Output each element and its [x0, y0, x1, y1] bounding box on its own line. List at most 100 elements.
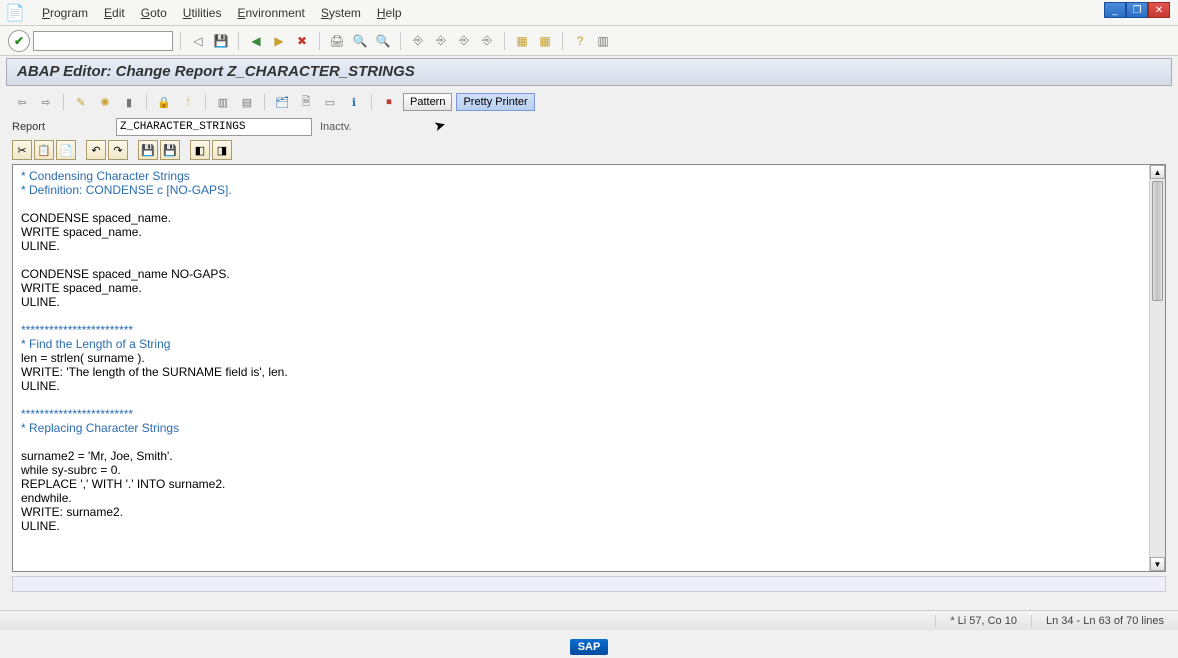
scroll-down-icon[interactable]: ▼: [1150, 557, 1165, 571]
scroll-up-icon[interactable]: ▲: [1150, 165, 1165, 179]
fullscreen-icon[interactable]: ▭: [320, 92, 340, 112]
menu-system[interactable]: System: [313, 3, 369, 23]
separator: [264, 94, 265, 110]
enter-button[interactable]: ✔: [8, 30, 30, 52]
scroll-thumb[interactable]: [1152, 181, 1163, 301]
report-row: Report Inactv.: [0, 116, 1178, 138]
window-minimize-button[interactable]: _: [1104, 2, 1126, 18]
display-list-icon[interactable]: ▤: [237, 92, 257, 112]
print-icon[interactable]: 🖨: [327, 31, 347, 51]
application-toolbar: ⇦ ⇨ ✎ ✺ ▮ 🔒 🕯 ▥ ▤ 🗂 🗎 ▭ ℹ ⏹ Pattern Pret…: [0, 88, 1178, 116]
code-line[interactable]: [21, 393, 1141, 407]
enhance-icon[interactable]: 🗎: [296, 92, 316, 112]
cut-icon[interactable]: ✂: [12, 140, 32, 160]
separator: [146, 94, 147, 110]
menu-file-icon[interactable]: 📄: [6, 4, 24, 22]
toolbar-separator: [238, 32, 239, 50]
nav-back-icon[interactable]: ◀: [246, 31, 266, 51]
other-object-icon[interactable]: 🗂: [272, 92, 292, 112]
load-icon[interactable]: ◧: [190, 140, 210, 160]
report-name-input[interactable]: [116, 118, 312, 136]
save-local-icon[interactable]: 💾: [138, 140, 158, 160]
window-maximize-button[interactable]: ❐: [1126, 2, 1148, 18]
code-line[interactable]: * Definition: CONDENSE c [NO-GAPS].: [21, 183, 1141, 197]
prev-page-icon[interactable]: ⎆: [431, 31, 451, 51]
vertical-scrollbar[interactable]: ▲ ▼: [1149, 165, 1165, 571]
cancel-icon[interactable]: ✖: [292, 31, 312, 51]
status-text: Inactv.: [320, 121, 352, 133]
menu-help[interactable]: Help: [369, 3, 410, 23]
code-line[interactable]: surname2 = 'Mr, Joe, Smith'.: [21, 449, 1141, 463]
find-next-icon[interactable]: 🔍: [373, 31, 393, 51]
prev-icon[interactable]: ⇦: [12, 92, 32, 112]
code-line[interactable]: WRITE: 'The length of the SURNAME field …: [21, 365, 1141, 379]
code-line[interactable]: ULINE.: [21, 295, 1141, 309]
code-line[interactable]: * Find the Length of a String: [21, 337, 1141, 351]
redo-icon[interactable]: ↷: [108, 140, 128, 160]
code-line[interactable]: ULINE.: [21, 239, 1141, 253]
save-icon[interactable]: 💾: [211, 31, 231, 51]
menu-bar: 📄 Program Edit Goto Utilities Environmen…: [0, 0, 1178, 26]
next-icon[interactable]: ⇨: [36, 92, 56, 112]
save-as-icon[interactable]: 💾: [160, 140, 180, 160]
separator: [205, 94, 206, 110]
report-label: Report: [12, 121, 108, 133]
page-title: ABAP Editor: Change Report Z_CHARACTER_S…: [17, 63, 415, 80]
code-line[interactable]: CONDENSE spaced_name NO-GAPS.: [21, 267, 1141, 281]
code-line[interactable]: REPLACE ',' WITH '.' INTO surname2.: [21, 477, 1141, 491]
status-line-range: Ln 34 - Ln 63 of 70 lines: [1031, 615, 1178, 627]
code-line[interactable]: WRITE: surname2.: [21, 505, 1141, 519]
code-line[interactable]: ULINE.: [21, 519, 1141, 533]
code-line[interactable]: CONDENSE spaced_name.: [21, 211, 1141, 225]
layout-menu-icon[interactable]: ▥: [593, 31, 613, 51]
nav-stack-icon[interactable]: ▥: [213, 92, 233, 112]
last-page-icon[interactable]: ⎆: [477, 31, 497, 51]
pattern-button[interactable]: Pattern: [403, 93, 452, 111]
window-close-button[interactable]: ✕: [1148, 2, 1170, 18]
menu-environment[interactable]: Environment: [229, 3, 312, 23]
direct-exec-icon[interactable]: ▮: [119, 92, 139, 112]
menu-edit[interactable]: Edit: [96, 3, 133, 23]
code-area[interactable]: * Condensing Character Strings* Definiti…: [13, 165, 1149, 571]
new-session-icon[interactable]: ▦: [512, 31, 532, 51]
undo-icon[interactable]: ↶: [86, 140, 106, 160]
code-line[interactable]: ************************: [21, 407, 1141, 421]
nav-exit-icon[interactable]: ▶: [269, 31, 289, 51]
info-icon[interactable]: ℹ: [344, 92, 364, 112]
code-line[interactable]: ************************: [21, 323, 1141, 337]
code-line[interactable]: len = strlen( surname ).: [21, 351, 1141, 365]
copy-icon[interactable]: 📋: [34, 140, 54, 160]
pretty-printer-button[interactable]: Pretty Printer: [456, 93, 534, 111]
code-line[interactable]: WRITE spaced_name.: [21, 225, 1141, 239]
code-line[interactable]: [21, 197, 1141, 211]
menu-utilities[interactable]: Utilities: [175, 3, 230, 23]
find-icon[interactable]: 🔍: [350, 31, 370, 51]
next-page-icon[interactable]: ⎆: [454, 31, 474, 51]
check-icon[interactable]: ✎: [71, 92, 91, 112]
sap-logo: SAP: [570, 639, 609, 655]
code-line[interactable]: WRITE spaced_name.: [21, 281, 1141, 295]
paste-icon[interactable]: 📄: [56, 140, 76, 160]
breakpoint-icon[interactable]: ⏹: [379, 92, 399, 112]
download-icon[interactable]: ◨: [212, 140, 232, 160]
where-used-icon[interactable]: 🔒: [154, 92, 174, 112]
code-line[interactable]: * Condensing Character Strings: [21, 169, 1141, 183]
menu-goto[interactable]: Goto: [133, 3, 175, 23]
command-field[interactable]: [33, 31, 173, 51]
code-line[interactable]: ULINE.: [21, 379, 1141, 393]
menu-program[interactable]: Program: [34, 3, 96, 23]
first-page-icon[interactable]: ⎆: [408, 31, 428, 51]
main-toolbar: ✔ ◁ 💾 ◀ ▶ ✖ 🖨 🔍 🔍 ⎆ ⎆ ⎆ ⎆ ▦ ▦ ? ▥: [0, 26, 1178, 56]
code-line[interactable]: [21, 435, 1141, 449]
object-list-icon[interactable]: 🕯: [178, 92, 198, 112]
code-line[interactable]: while sy-subrc = 0.: [21, 463, 1141, 477]
code-line[interactable]: [21, 309, 1141, 323]
back-icon[interactable]: ◁: [188, 31, 208, 51]
help-icon[interactable]: ?: [570, 31, 590, 51]
code-line[interactable]: * Replacing Character Strings: [21, 421, 1141, 435]
shortcut-icon[interactable]: ▦: [535, 31, 555, 51]
code-line[interactable]: [21, 253, 1141, 267]
activate-icon[interactable]: ✺: [95, 92, 115, 112]
horizontal-scrollbar[interactable]: [12, 576, 1166, 592]
code-line[interactable]: endwhile.: [21, 491, 1141, 505]
